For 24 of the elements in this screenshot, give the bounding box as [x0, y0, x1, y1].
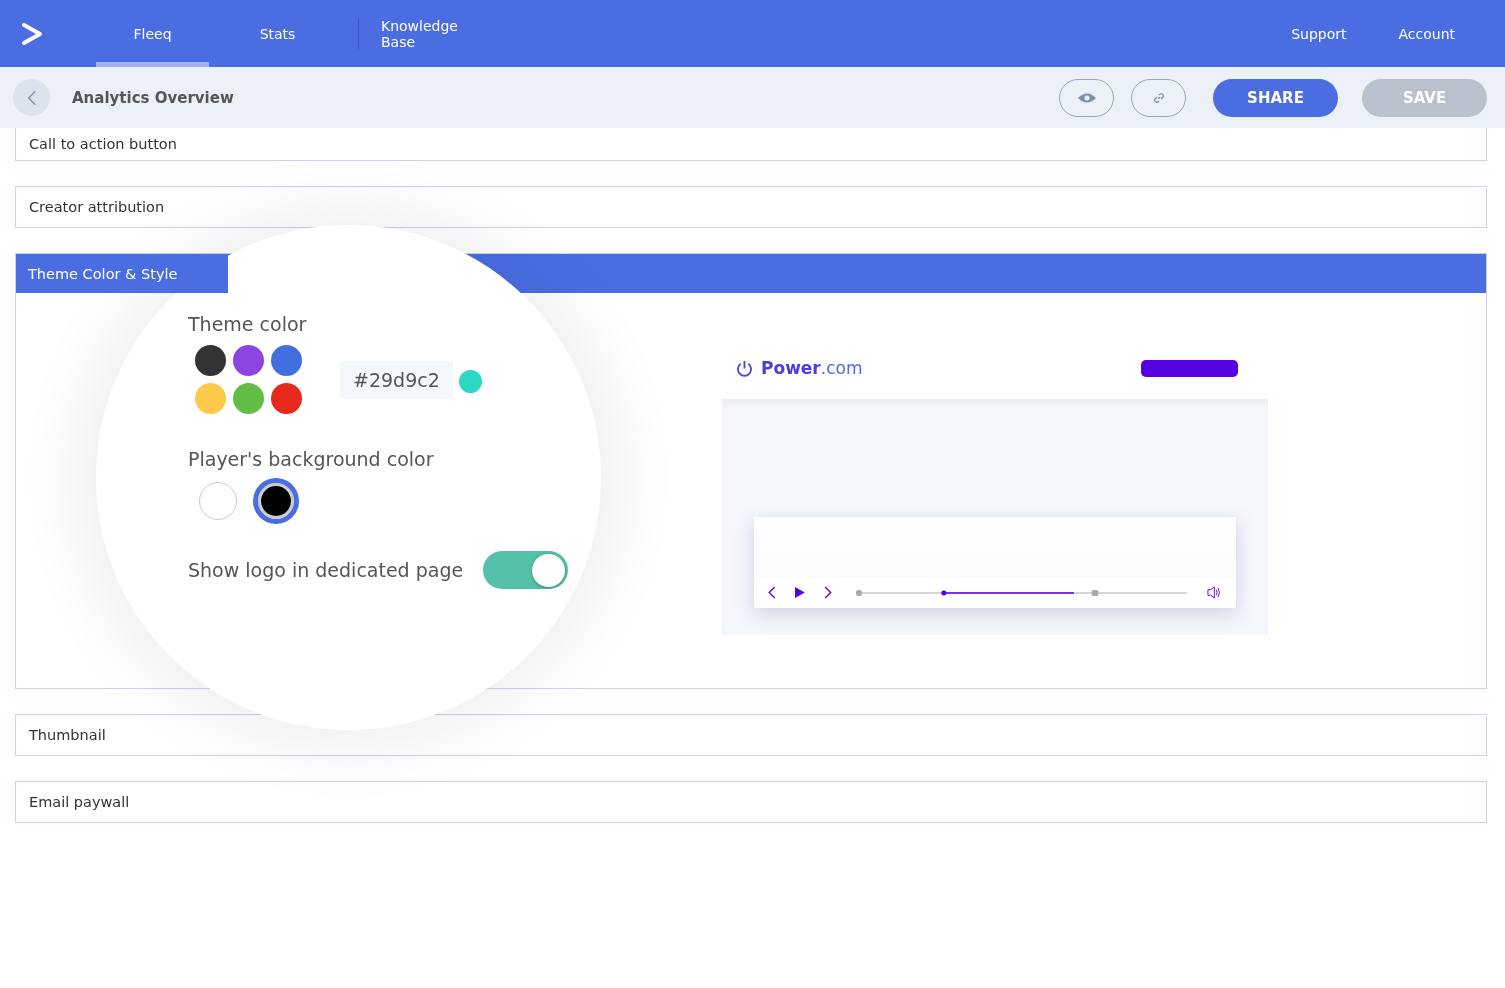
nav-link[interactable]: Support	[1291, 25, 1347, 42]
nav-tab[interactable]: Stats	[221, 0, 334, 67]
brand-name: Power.com	[761, 358, 863, 378]
play-icon	[793, 586, 806, 599]
section-header[interactable]: Thumbnail	[15, 714, 1487, 756]
nav-tab[interactable]: Knowledge Base	[381, 0, 494, 67]
previous-icon	[768, 586, 776, 599]
next-icon	[823, 586, 832, 599]
power-icon	[736, 359, 753, 377]
toggle-label: Show logo in dedicated page	[188, 559, 464, 581]
section-header[interactable]: Creator attribution	[15, 186, 1487, 228]
section-header[interactable]: Call to action button	[15, 128, 1487, 161]
back-button[interactable]	[13, 79, 50, 116]
nav-link[interactable]: Account	[1398, 25, 1455, 42]
play-logo-icon[interactable]	[20, 20, 44, 47]
page-title: Analytics Overview	[72, 88, 234, 107]
field-label: Theme color	[188, 313, 308, 335]
eye-icon	[1076, 91, 1097, 104]
field-label: Player's background color	[188, 448, 435, 470]
toggle-switch[interactable]	[483, 551, 569, 589]
share-button[interactable]: SHARE	[1213, 78, 1338, 117]
speaker-icon	[1207, 586, 1222, 599]
hex-input-field[interactable]: #29d9c2	[340, 360, 453, 399]
section-header[interactable]: Email paywall	[15, 781, 1487, 823]
